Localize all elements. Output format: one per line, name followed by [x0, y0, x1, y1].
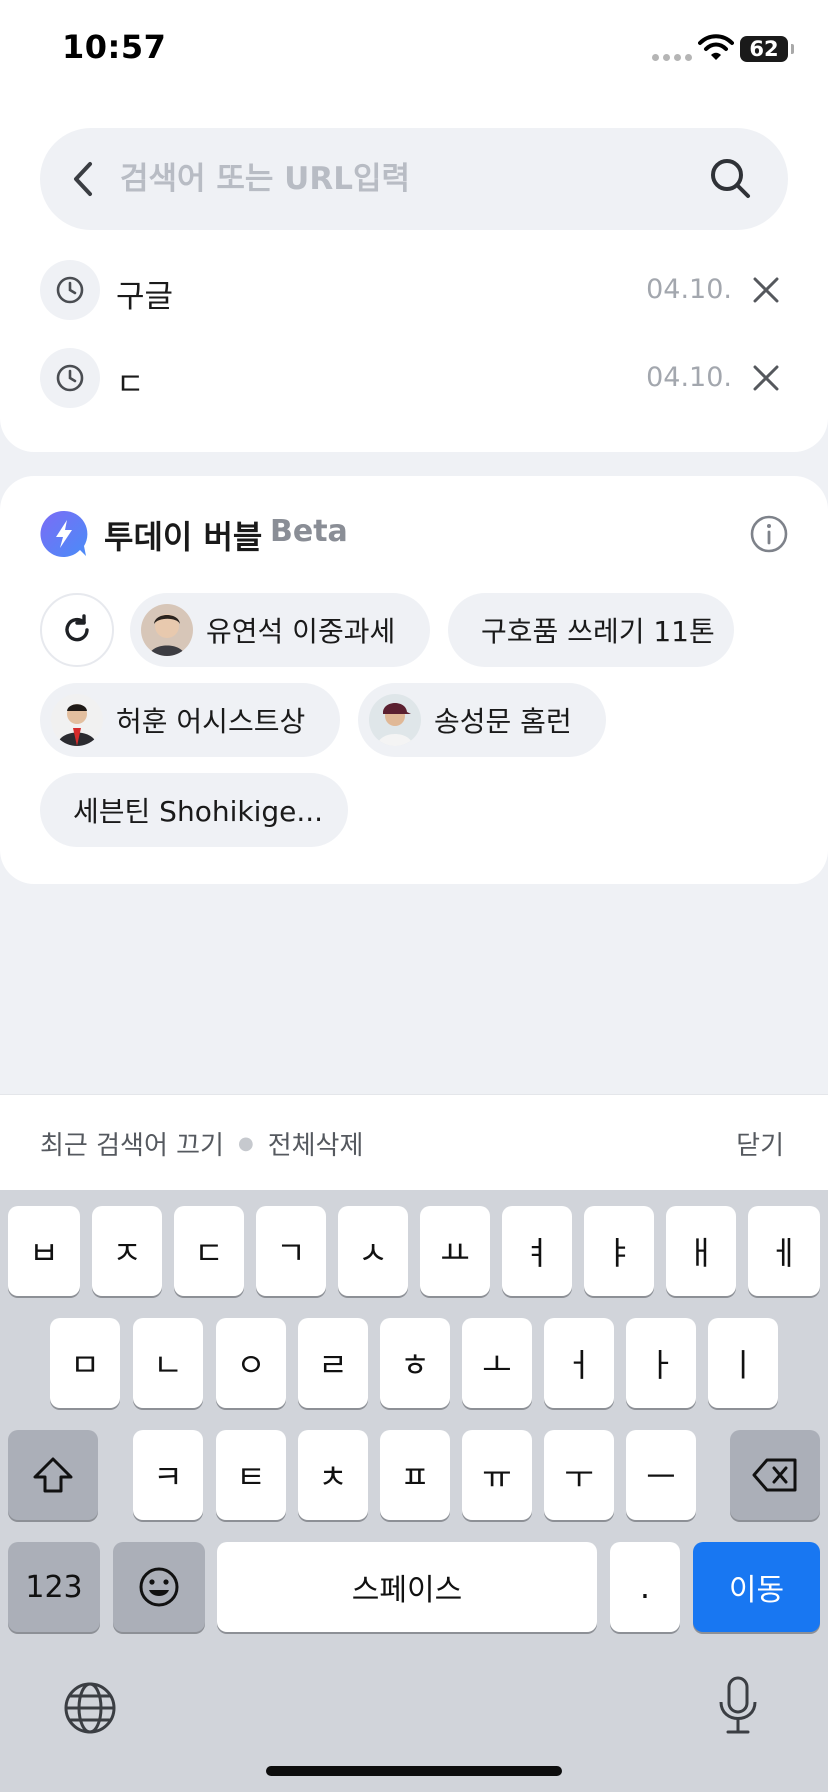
numbers-key[interactable]: 123: [8, 1542, 100, 1632]
disable-recent-searches-button[interactable]: 최근 검색어 끄기: [40, 1125, 224, 1162]
key[interactable]: ㅅ: [338, 1206, 408, 1296]
avatar: [51, 694, 103, 746]
trend-chip-label: 허훈 어시스트상: [116, 705, 306, 738]
key[interactable]: ㅠ: [462, 1430, 532, 1520]
emoji-icon: [139, 1567, 179, 1607]
key[interactable]: ㅗ: [462, 1318, 532, 1408]
backspace-icon: [752, 1458, 797, 1492]
status-time: 10:57: [62, 28, 167, 66]
key[interactable]: ㄷ: [174, 1206, 244, 1296]
key[interactable]: ㅜ: [544, 1430, 614, 1520]
backspace-key[interactable]: [730, 1430, 820, 1520]
history-term[interactable]: ㄷ: [116, 359, 145, 404]
emoji-key[interactable]: [113, 1542, 205, 1632]
key[interactable]: ㅎ: [380, 1318, 450, 1408]
trend-chip[interactable]: 유연석 이중과세: [130, 593, 430, 667]
key[interactable]: ㅇ: [216, 1318, 286, 1408]
trend-chip[interactable]: 세븐틴 Shohikige...: [40, 773, 348, 847]
trend-chip-label: 세븐틴 Shohikige...: [73, 795, 324, 828]
key[interactable]: ㅐ: [666, 1206, 736, 1296]
clock-icon: [40, 348, 100, 408]
separator-dot: ●: [237, 1133, 254, 1154]
key[interactable]: ㅔ: [748, 1206, 820, 1296]
key[interactable]: ㅍ: [380, 1430, 450, 1520]
key[interactable]: ㄱ: [256, 1206, 326, 1296]
info-icon[interactable]: [749, 514, 789, 554]
history-date: 04.10.: [646, 274, 732, 305]
battery-icon: 62: [740, 36, 794, 62]
shift-key[interactable]: [8, 1430, 98, 1520]
key[interactable]: ㄴ: [133, 1318, 203, 1408]
history-term[interactable]: 구글: [116, 271, 173, 316]
korean-keyboard: ㅂ ㅈ ㄷ ㄱ ㅅ ㅛ ㅕ ㅑ ㅐ ㅔ ㅁ ㄴ ㅇ ㄹ ㅎ ㅗ ㅓ ㅏ ㅣ ㅋ …: [0, 1190, 828, 1792]
shift-icon: [33, 1457, 73, 1493]
key[interactable]: ㅏ: [626, 1318, 696, 1408]
trend-chip-label: 유연석 이중과세: [206, 615, 396, 648]
trend-chip[interactable]: 구호품 쓰레기 11톤: [448, 593, 734, 667]
trend-chip-label: 송성문 홈런: [434, 705, 572, 738]
period-key[interactable]: .: [610, 1542, 680, 1632]
key[interactable]: ㅕ: [502, 1206, 572, 1296]
trend-chip[interactable]: 송성문 홈런: [358, 683, 606, 757]
trend-chip[interactable]: 허훈 어시스트상: [40, 683, 340, 757]
cellular-signal-icon: [652, 54, 692, 61]
globe-icon[interactable]: [62, 1680, 118, 1736]
go-key[interactable]: 이동: [693, 1542, 820, 1632]
key[interactable]: ㅑ: [584, 1206, 654, 1296]
search-icon[interactable]: [704, 152, 758, 206]
microphone-icon[interactable]: [714, 1674, 762, 1738]
key[interactable]: ㅌ: [216, 1430, 286, 1520]
trend-chip-label: 구호품 쓰레기 11톤: [481, 615, 715, 648]
search-input[interactable]: [120, 150, 680, 208]
history-item[interactable]: 구글 04.10.: [40, 260, 788, 322]
avatar: [141, 604, 193, 656]
delete-history-icon[interactable]: [744, 356, 788, 400]
search-bar: [40, 128, 788, 230]
avatar: [369, 694, 421, 746]
key[interactable]: ㅂ: [8, 1206, 80, 1296]
today-bubble-panel: 투데이 버블 Beta 유연석 이중과세 구호품 쓰레기 11톤 허훈 어시스트…: [0, 476, 828, 884]
key[interactable]: ㅁ: [50, 1318, 120, 1408]
key[interactable]: ㅛ: [420, 1206, 490, 1296]
refresh-icon: [65, 614, 89, 642]
key[interactable]: ㅡ: [626, 1430, 696, 1520]
keyboard-action-bar: 최근 검색어 끄기 ● 전체삭제 닫기: [0, 1094, 828, 1190]
wifi-icon: [698, 34, 734, 60]
clock-icon: [40, 260, 100, 320]
key[interactable]: ㅣ: [708, 1318, 778, 1408]
refresh-button[interactable]: [40, 593, 114, 667]
key[interactable]: ㅈ: [92, 1206, 162, 1296]
delete-all-button[interactable]: 전체삭제: [268, 1125, 364, 1162]
key[interactable]: ㅋ: [133, 1430, 203, 1520]
space-key[interactable]: 스페이스: [217, 1542, 597, 1632]
search-panel: 구글 04.10. ㄷ 04.10.: [0, 98, 828, 452]
status-bar: 10:57 62: [0, 0, 828, 100]
today-bubble-title: 투데이 버블: [104, 518, 263, 556]
beta-badge: Beta: [270, 514, 348, 549]
history-item[interactable]: ㄷ 04.10.: [40, 348, 788, 410]
key[interactable]: ㅓ: [544, 1318, 614, 1408]
delete-history-icon[interactable]: [744, 268, 788, 312]
history-date: 04.10.: [646, 362, 732, 393]
close-button[interactable]: 닫기: [736, 1125, 784, 1162]
back-arrow-icon[interactable]: [60, 154, 110, 204]
home-indicator: [266, 1766, 562, 1776]
key[interactable]: ㄹ: [298, 1318, 368, 1408]
key[interactable]: ㅊ: [298, 1430, 368, 1520]
lightning-bolt-icon: [40, 510, 88, 557]
